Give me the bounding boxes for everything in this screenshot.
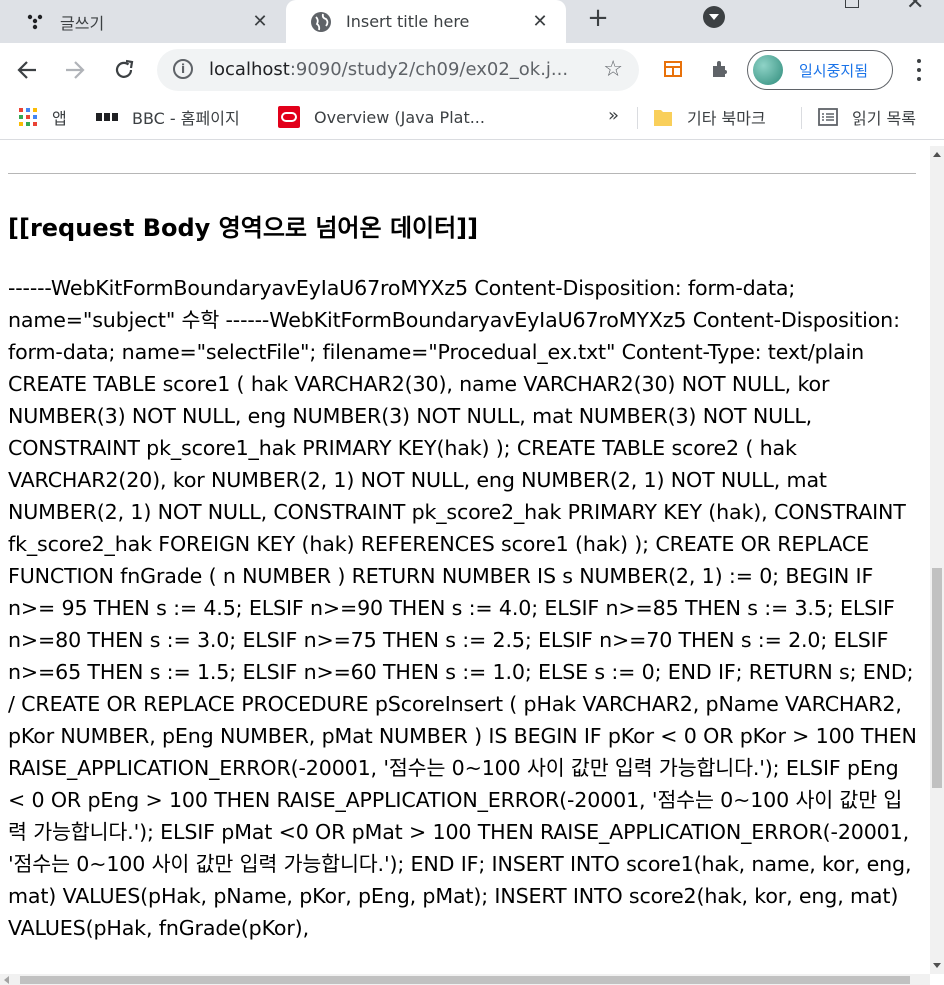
oracle-icon	[278, 106, 300, 128]
bookmark-apps[interactable]: 앱	[18, 105, 67, 129]
globe-icon	[310, 11, 332, 33]
new-tab-icon[interactable]: +	[584, 3, 612, 33]
profile-button[interactable]: 일시중지됨	[747, 50, 893, 90]
vertical-scrollbar[interactable]	[930, 146, 944, 974]
divider	[801, 107, 802, 129]
reading-list-button[interactable]: 읽기 목록	[818, 105, 916, 129]
tab-strip: 글쓰기 ✕ Insert title here ✕ + ✕	[0, 0, 944, 43]
horizontal-scrollbar[interactable]	[0, 974, 930, 985]
address-url: localhost:9090/study2/ch09/ex02_ok.j...	[209, 59, 568, 80]
info-icon[interactable]: i	[173, 59, 193, 79]
maximize-icon[interactable]	[845, 0, 859, 8]
bookmark-label: 기타 북마크	[687, 109, 766, 128]
bookmark-bbc[interactable]: BBC - 홈페이지	[96, 105, 240, 129]
url-host: localhost	[209, 59, 290, 80]
address-bar[interactable]: i localhost:9090/study2/ch09/ex02_ok.j..…	[157, 49, 639, 91]
scroll-left-icon[interactable]	[4, 976, 9, 984]
reading-list-icon	[818, 107, 838, 127]
page-heading: [[request Body 영역으로 넘어온 데이터]]	[8, 214, 479, 242]
tab-search-icon[interactable]	[703, 6, 725, 28]
bookmark-java-overview[interactable]: Overview (Java Plat...	[278, 105, 485, 129]
bookmark-label: BBC - 홈페이지	[132, 109, 240, 128]
close-icon[interactable]: ✕	[248, 10, 272, 34]
close-icon[interactable]: ✕	[528, 10, 552, 34]
window-close-icon[interactable]: ✕	[906, 0, 924, 15]
bookmark-label: 읽기 목록	[852, 109, 916, 128]
bookmarks-bar: 앱 BBC - 홈페이지 Overview (Java Plat... » 기타…	[0, 97, 944, 140]
back-icon[interactable]	[14, 57, 40, 83]
tab-insert-title[interactable]: Insert title here ✕	[286, 0, 566, 43]
tab-layout-icon[interactable]	[661, 57, 685, 81]
bbc-icon	[96, 112, 118, 122]
extensions-icon[interactable]	[708, 57, 732, 81]
star-icon[interactable]: ☆	[603, 57, 623, 82]
divider	[637, 107, 638, 129]
reload-icon[interactable]	[111, 57, 137, 83]
folder-icon	[653, 106, 673, 128]
bookmarks-overflow-button[interactable]: »	[608, 105, 619, 126]
forward-icon[interactable]	[62, 57, 88, 83]
tab-write[interactable]: 글쓰기 ✕	[0, 0, 286, 43]
scrollbar-thumb[interactable]	[932, 568, 942, 788]
avatar	[753, 55, 783, 85]
horizontal-rule	[8, 173, 916, 174]
kebab-menu-icon[interactable]	[912, 57, 926, 83]
scrollbar-thumb[interactable]	[20, 976, 910, 984]
page-content: [[request Body 영역으로 넘어온 데이터]] ------WebK…	[0, 146, 930, 974]
bookmark-label: 앱	[52, 109, 67, 128]
scroll-up-icon[interactable]	[933, 152, 941, 157]
tab-title: Insert title here	[346, 12, 470, 31]
request-body-text: ------WebKitFormBoundaryavEyIaU67roMYXz5…	[8, 276, 917, 940]
dots-icon	[24, 11, 46, 33]
browser-toolbar: i localhost:9090/study2/ch09/ex02_ok.j..…	[0, 43, 944, 97]
profile-status: 일시중지됨	[799, 61, 869, 80]
url-path: :9090/study2/ch09/ex02_ok.j...	[289, 59, 569, 80]
apps-grid-icon	[18, 107, 38, 127]
scroll-down-icon[interactable]	[933, 963, 941, 968]
bookmark-label: Overview (Java Plat...	[314, 107, 485, 127]
other-bookmarks-folder[interactable]: 기타 북마크	[653, 105, 766, 129]
tab-title: 글쓰기	[60, 13, 105, 33]
